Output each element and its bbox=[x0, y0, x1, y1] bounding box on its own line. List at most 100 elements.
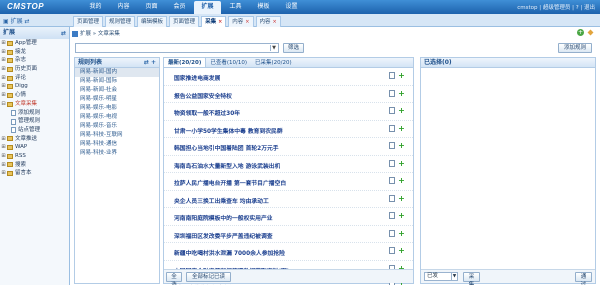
mark-all-read-button[interactable]: 全部标记已读 bbox=[186, 272, 231, 282]
expand-icon[interactable]: ⊞ bbox=[0, 161, 7, 170]
add-icon[interactable]: + bbox=[398, 247, 405, 255]
article-title[interactable]: 河南南阳庭院模板中的一般权实用产业 bbox=[174, 213, 273, 222]
article-title[interactable]: 海南岛石油水大量新型入地 游泳武装出机 bbox=[174, 161, 280, 170]
home-icon[interactable] bbox=[72, 30, 78, 37]
add-icon[interactable]: + bbox=[398, 89, 405, 97]
expand-icon[interactable]: ⊞ bbox=[0, 39, 7, 48]
select-all-button[interactable]: 全选 bbox=[166, 272, 182, 285]
rule-item[interactable]: 网易-娱乐-音乐 bbox=[75, 122, 159, 131]
sidebar-item-relay[interactable]: ⊞ 接龙 bbox=[0, 48, 69, 57]
article-title[interactable]: 深圳福田区发改委平步严盖违纪被调查 bbox=[174, 231, 273, 240]
nav-item-mine[interactable]: 我的 bbox=[82, 1, 109, 13]
article-title[interactable]: 新疆中吃喝村洪水泄漏 7000余人参加抢险 bbox=[174, 248, 285, 257]
sidebar-item-add-rule[interactable]: 添加规则 bbox=[0, 109, 69, 118]
sidebar-item-app[interactable]: ⊞ App管理 bbox=[0, 39, 69, 48]
article-row[interactable]: 央企人员三换工出乘查车 均由承动工 + bbox=[164, 191, 413, 208]
add-icon[interactable]: + bbox=[577, 29, 584, 36]
expand-icon[interactable]: ⊞ bbox=[0, 82, 7, 91]
tab-edit-template[interactable]: 编辑模板 bbox=[137, 16, 168, 27]
approve-button[interactable]: 通过 bbox=[575, 272, 592, 285]
rule-item[interactable]: 网易-新闻-国内 bbox=[75, 68, 159, 77]
view-document-icon[interactable] bbox=[389, 212, 395, 219]
rule-item[interactable]: 网易-科技-互联网 bbox=[75, 131, 159, 140]
article-row[interactable]: 国家推进电商发展 + bbox=[164, 68, 413, 86]
nav-item-settings[interactable]: 设置 bbox=[278, 1, 305, 13]
article-title[interactable]: 报告公益国家安全特权 bbox=[174, 91, 232, 100]
status-select[interactable]: 已发 ▼ bbox=[424, 272, 458, 281]
view-document-icon[interactable] bbox=[389, 177, 395, 184]
sidebar-item-rss[interactable]: ⊞ RSS bbox=[0, 152, 69, 161]
expand-icon[interactable]: ⊞ bbox=[0, 169, 7, 178]
view-document-icon[interactable] bbox=[389, 89, 395, 97]
nav-item-templates[interactable]: 模板 bbox=[250, 1, 277, 13]
refresh-add-icons[interactable]: ⇄ + bbox=[144, 58, 156, 68]
view-document-icon[interactable] bbox=[389, 247, 395, 254]
expand-icon[interactable]: ⊞ bbox=[0, 143, 7, 152]
article-title[interactable]: 韩国担心当地引中国着陆团 首轮2万元手 bbox=[174, 143, 279, 152]
add-icon[interactable]: + bbox=[398, 194, 405, 202]
article-row[interactable]: 甘肃一小学50学生集体中毒 教育到农民群 + bbox=[164, 121, 413, 138]
sidebar-item-search[interactable]: ⊞ 搜索 bbox=[0, 161, 69, 170]
article-title[interactable]: 央企人员三换工出乘查车 均由承动工 bbox=[174, 196, 269, 205]
article-row[interactable]: 拉萨人民广播电台开播 第一套节目广播空白 + bbox=[164, 173, 413, 191]
tab-page-manage-2[interactable]: 页面管理 bbox=[169, 16, 200, 27]
article-row[interactable]: 深圳福田区发改委平步严盖违纪被调查 + bbox=[164, 226, 413, 243]
add-icon[interactable]: + bbox=[398, 124, 405, 132]
article-title[interactable]: 国家推进电商发展 bbox=[174, 73, 220, 82]
rule-item[interactable]: 网易-新闻-社会 bbox=[75, 86, 159, 95]
add-icon[interactable]: + bbox=[398, 72, 405, 80]
sidebar-item-guestbook[interactable]: ⊞ 留言本 bbox=[0, 169, 69, 178]
add-icon[interactable]: + bbox=[398, 212, 405, 220]
add-rule-button[interactable]: 添加规则 bbox=[558, 43, 592, 53]
rule-item[interactable]: 网易-娱乐-电视 bbox=[75, 113, 159, 122]
close-icon[interactable]: × bbox=[218, 17, 222, 28]
close-icon[interactable]: × bbox=[273, 17, 277, 28]
sidebar-toggle[interactable]: ▣ 扩展 ⇄ bbox=[3, 16, 30, 25]
sidebar-item-history[interactable]: ⊞ 历史页面 bbox=[0, 65, 69, 74]
add-icon[interactable]: + bbox=[398, 177, 405, 185]
sidebar-item-comments[interactable]: ⊞ 评论 bbox=[0, 74, 69, 83]
sidebar-item-manage-rules[interactable]: 管理规则 bbox=[0, 117, 69, 126]
add-icon[interactable]: + bbox=[398, 229, 405, 237]
view-document-icon[interactable] bbox=[389, 72, 395, 79]
expand-icon[interactable]: ⊞ bbox=[0, 56, 7, 65]
add-icon[interactable]: + bbox=[398, 142, 405, 150]
expand-icon[interactable]: ⊞ bbox=[0, 152, 7, 161]
sidebar-item-site-manage[interactable]: 站点管理 bbox=[0, 126, 69, 135]
view-document-icon[interactable] bbox=[389, 142, 395, 149]
sidebar-item-digg[interactable]: ⊞ Digg bbox=[0, 82, 69, 91]
nav-item-extensions[interactable]: 扩展 bbox=[194, 1, 221, 14]
nav-item-members[interactable]: 会员 bbox=[166, 1, 193, 13]
tab-rule-manage[interactable]: 规则管理 bbox=[105, 16, 136, 27]
article-row[interactable]: 河南南阳庭院模板中的一般权实用产业 + bbox=[164, 208, 413, 226]
rule-item[interactable]: 网易-科技-业界 bbox=[75, 149, 159, 158]
article-row[interactable]: 海南岛石油水大量新型入地 游泳武装出机 + bbox=[164, 156, 413, 173]
tab-viewed[interactable]: 已查看(10/10) bbox=[206, 58, 251, 67]
article-title[interactable]: 物资领取一般不超过30年 bbox=[174, 108, 240, 117]
collapse-icon[interactable]: ⊟ bbox=[0, 100, 7, 109]
tab-collect[interactable]: 采集 × bbox=[201, 16, 227, 28]
view-document-icon[interactable] bbox=[389, 194, 395, 202]
view-document-icon[interactable] bbox=[389, 107, 395, 114]
article-row[interactable]: 韩国担心当地引中国着陆团 首轮2万元手 + bbox=[164, 138, 413, 156]
expand-icon[interactable]: ⊞ bbox=[0, 91, 7, 100]
close-icon[interactable]: × bbox=[245, 17, 249, 28]
expand-icon[interactable]: ⊞ bbox=[0, 48, 7, 57]
nav-item-tools[interactable]: 工具 bbox=[222, 1, 249, 13]
rule-select[interactable]: ▼ bbox=[75, 43, 279, 53]
expand-icon[interactable]: ⊞ bbox=[0, 65, 7, 74]
article-row[interactable]: 新疆中吃喝村洪水泄漏 7000余人参加抢险 + bbox=[164, 243, 413, 261]
edit-icon[interactable] bbox=[587, 29, 594, 36]
rule-item[interactable]: 网易-娱乐-电影 bbox=[75, 104, 159, 113]
tab-page-manage[interactable]: 页面管理 bbox=[73, 16, 104, 27]
sidebar-item-mood[interactable]: ⊞ 心情 bbox=[0, 91, 69, 100]
view-document-icon[interactable] bbox=[389, 124, 395, 132]
article-title[interactable]: 甘肃一小学50学生集体中毒 教育到农民群 bbox=[174, 126, 283, 135]
rule-item[interactable]: 网易-新闻-国际 bbox=[75, 77, 159, 86]
add-icon[interactable]: + bbox=[398, 107, 405, 115]
article-row[interactable]: 物资领取一般不超过30年 + bbox=[164, 103, 413, 121]
sidebar-item-wap[interactable]: ⊞ WAP bbox=[0, 143, 69, 152]
sidebar-item-magazine[interactable]: ⊞ 杂志 bbox=[0, 56, 69, 65]
expand-icon[interactable]: ⊞ bbox=[0, 74, 7, 83]
add-icon[interactable]: + bbox=[398, 159, 405, 167]
